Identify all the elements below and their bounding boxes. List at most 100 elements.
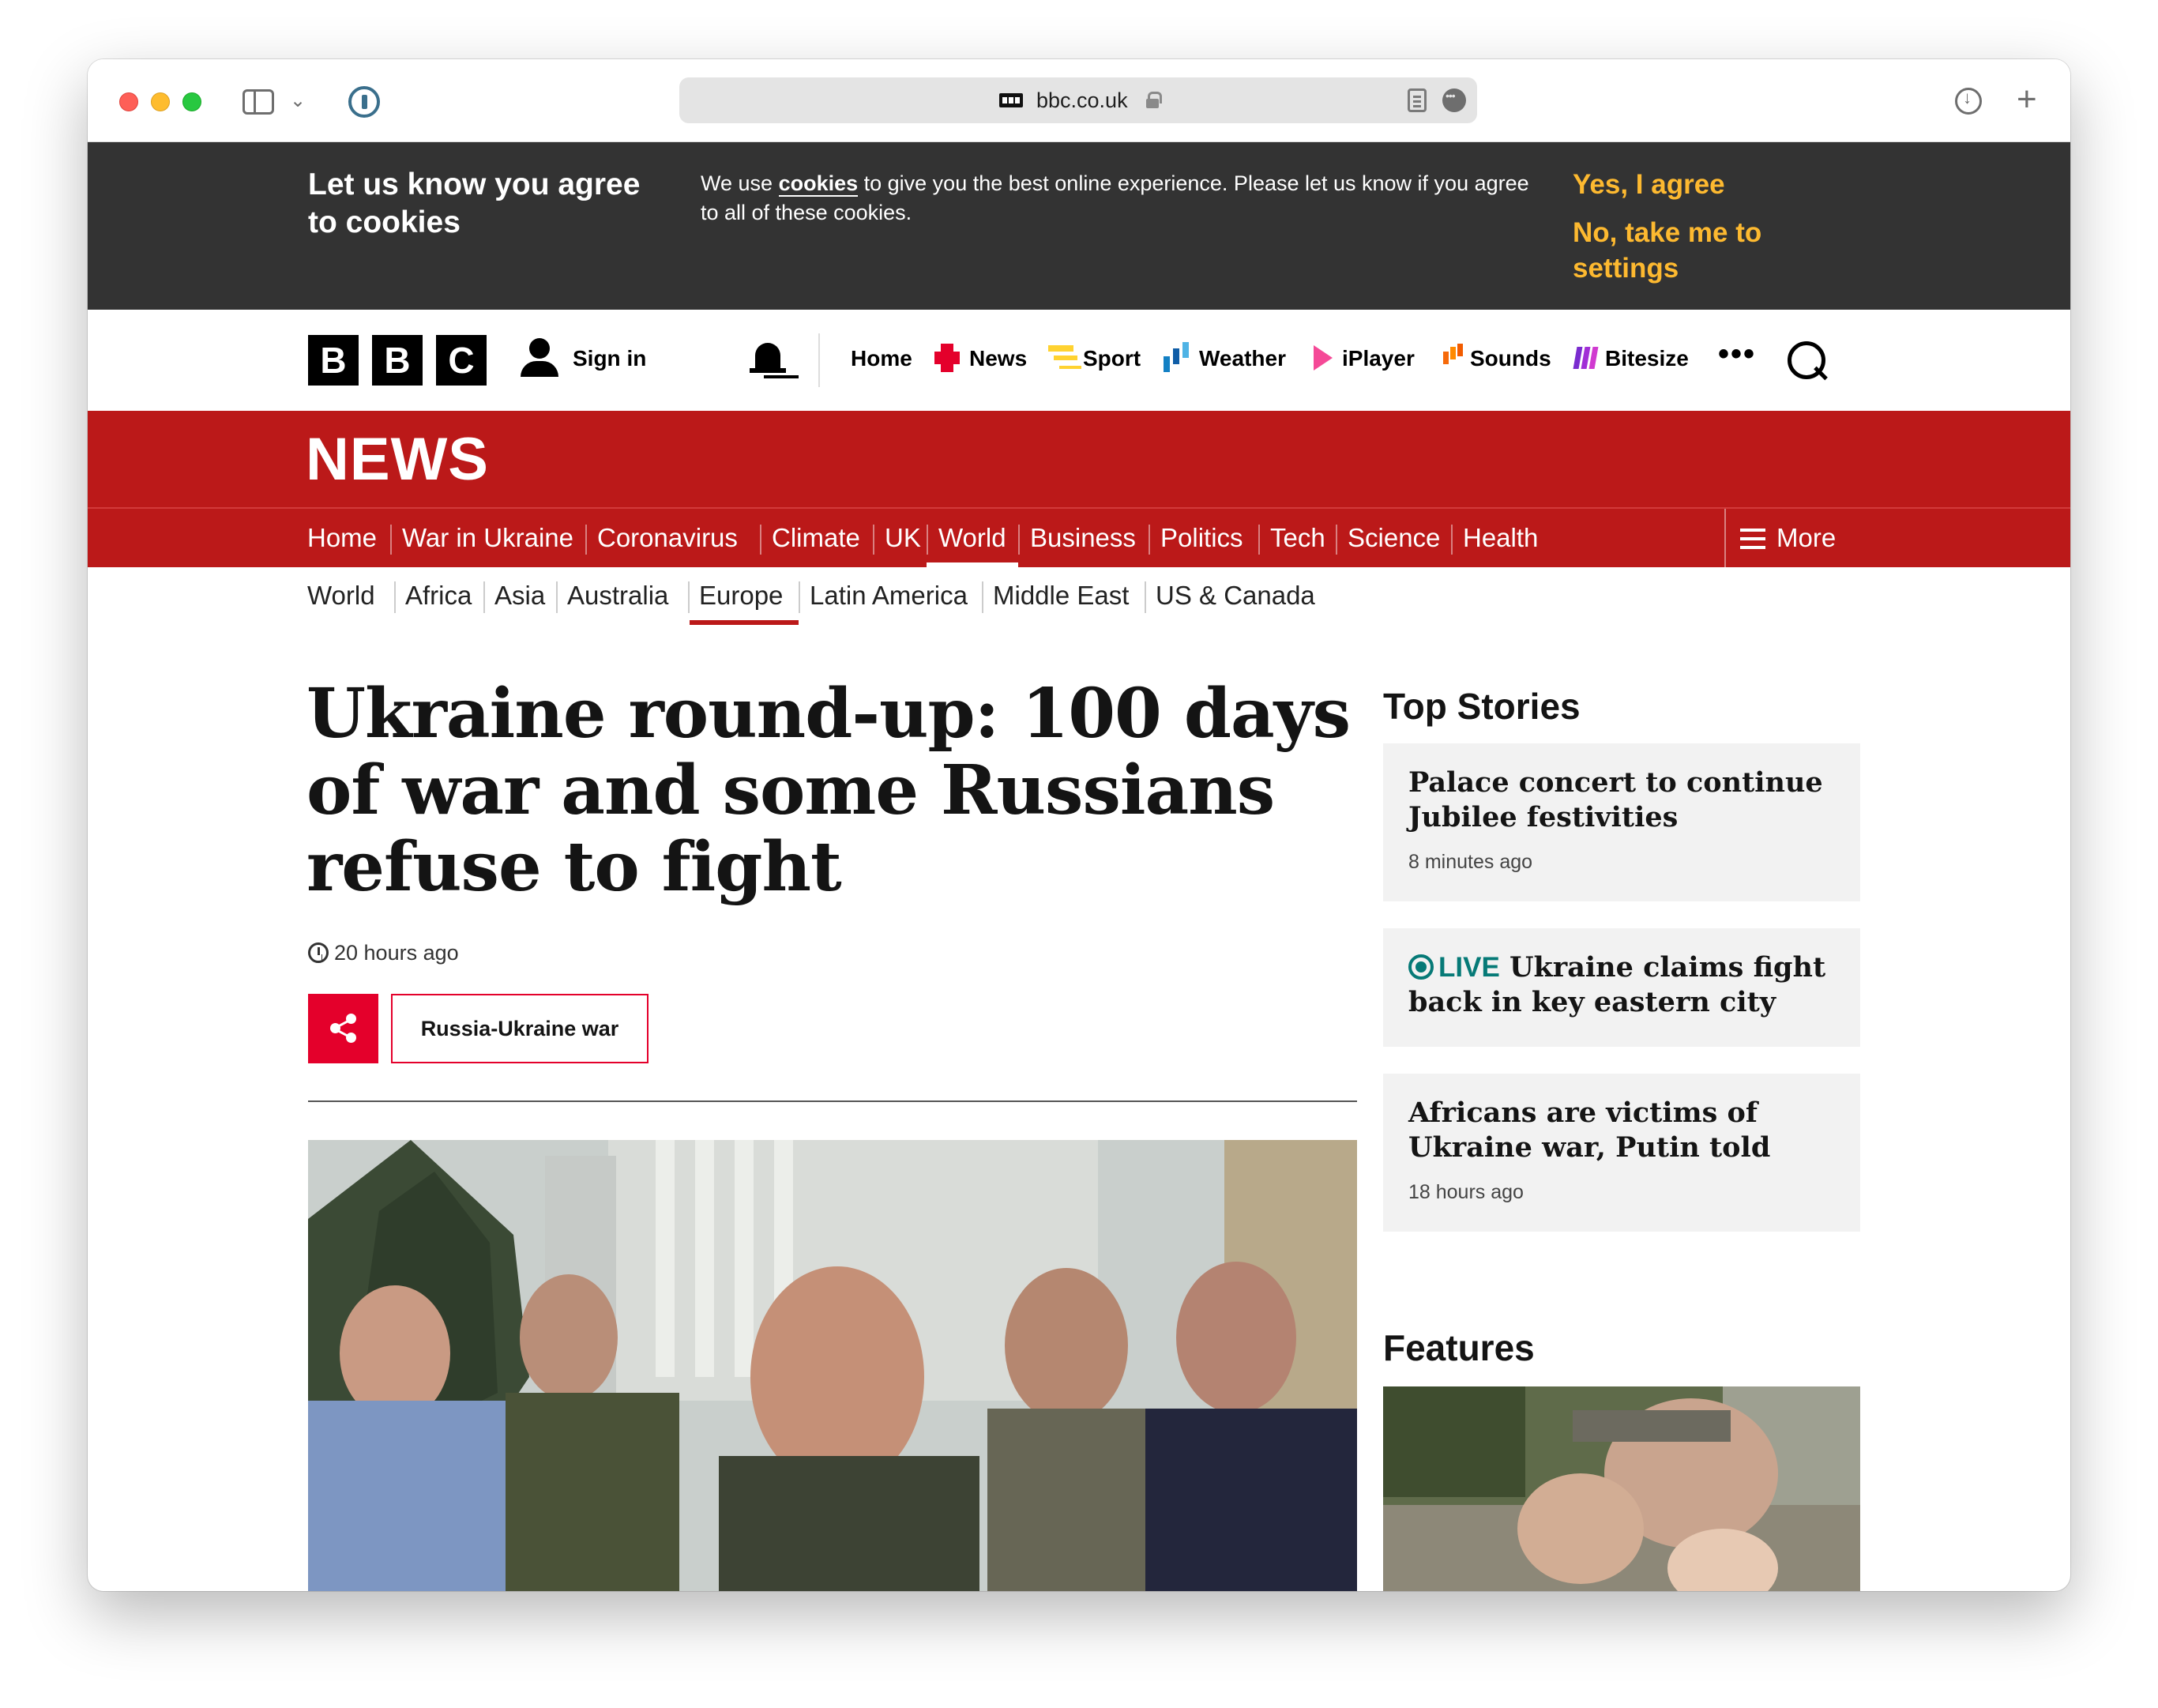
subnav-middle-east[interactable]: Middle East: [993, 581, 1129, 611]
nav-separator: [927, 525, 928, 555]
nav-world[interactable]: World: [938, 509, 1006, 569]
subnav-separator: [982, 581, 983, 613]
masthead-divider: [818, 333, 820, 387]
top-story-card[interactable]: Palace concert to continue Jubilee festi…: [1383, 743, 1860, 901]
iplayer-icon: [1310, 344, 1336, 372]
nav-tech[interactable]: Tech: [1270, 509, 1325, 569]
article-hero-image: [308, 1140, 1357, 1591]
live-icon: [1408, 954, 1434, 980]
zoom-window-button[interactable]: [182, 92, 201, 111]
topic-tag-button[interactable]: Russia-Ukraine war: [391, 994, 649, 1063]
nav-business[interactable]: Business: [1030, 509, 1136, 569]
sidebar-toggle-icon[interactable]: [242, 89, 274, 115]
top-stories-heading: Top Stories: [1383, 686, 1581, 727]
download-icon[interactable]: [1955, 88, 1982, 115]
article-divider: [308, 1100, 1357, 1102]
bbc-logo[interactable]: B: [372, 335, 423, 386]
nav-war-in-ukraine[interactable]: War in Ukraine: [402, 509, 573, 569]
share-button[interactable]: [308, 994, 378, 1063]
hero-photo-illustration: [308, 1140, 1357, 1591]
subnav-latin-america[interactable]: Latin America: [810, 581, 968, 611]
subnav-world[interactable]: World: [307, 581, 375, 611]
bbc-logo[interactable]: C: [436, 335, 487, 386]
story-timestamp: 8 minutes ago: [1408, 851, 1533, 873]
top-story-card[interactable]: LIVE Ukraine claims fight back in key ea…: [1383, 928, 1860, 1047]
new-tab-icon[interactable]: +: [2017, 80, 2037, 119]
nav-separator: [1018, 525, 1020, 555]
nav-more[interactable]: More: [1776, 509, 1836, 569]
lock-icon: [1146, 92, 1162, 108]
story-title[interactable]: Africans are victims of Ukraine war, Put…: [1408, 1096, 1835, 1165]
subnav-separator: [688, 581, 690, 613]
masthead-nav-home[interactable]: Home: [851, 346, 912, 371]
news-header: NEWS: [88, 411, 2070, 507]
article-timestamp: 20 hours ago: [334, 941, 459, 965]
nav-climate[interactable]: Climate: [772, 509, 860, 569]
subnav-asia[interactable]: Asia: [494, 581, 545, 611]
subnav-australia[interactable]: Australia: [567, 581, 668, 611]
subnav-europe[interactable]: Europe: [699, 581, 783, 611]
reader-view-icon[interactable]: [1408, 88, 1427, 112]
live-label: LIVE: [1438, 952, 1500, 983]
sign-in-link[interactable]: Sign in: [573, 346, 646, 371]
nav-home[interactable]: Home: [307, 509, 377, 569]
notifications-bell-icon[interactable]: [750, 341, 786, 381]
browser-window: ⌄ bbc.co.uk + Let us know you agree to c…: [88, 59, 2070, 1591]
top-story-card[interactable]: Africans are victims of Ukraine war, Put…: [1383, 1074, 1860, 1232]
story-timestamp: 18 hours ago: [1408, 1181, 1524, 1203]
news-logo[interactable]: NEWS: [306, 425, 489, 494]
news-nav: Home War in Ukraine Coronavirus Climate …: [88, 507, 2070, 569]
cookies-link[interactable]: cookies: [778, 171, 859, 197]
nav-science[interactable]: Science: [1348, 509, 1440, 569]
nav-active-indicator: [927, 562, 1018, 569]
agree-cookies-button[interactable]: Yes, I agree: [1573, 169, 1725, 201]
masthead-nav-news[interactable]: News: [969, 346, 1027, 371]
nav-separator: [760, 525, 761, 555]
masthead-nav-bitesize[interactable]: Bitesize: [1605, 346, 1689, 371]
weather-icon: [1164, 344, 1189, 372]
masthead-nav-iplayer[interactable]: iPlayer: [1342, 346, 1415, 371]
nav-separator: [1149, 525, 1150, 555]
nav-politics[interactable]: Politics: [1160, 509, 1243, 569]
subnav-us-canada[interactable]: US & Canada: [1156, 581, 1315, 611]
clock-icon: [308, 942, 329, 963]
masthead-nav-sport[interactable]: Sport: [1083, 346, 1141, 371]
nav-separator: [390, 525, 392, 555]
password-manager-icon[interactable]: [348, 86, 380, 118]
masthead-nav-weather[interactable]: Weather: [1199, 346, 1286, 371]
nav-coronavirus[interactable]: Coronavirus: [597, 509, 738, 569]
nav-separator: [585, 525, 587, 555]
subnav-africa[interactable]: Africa: [405, 581, 472, 611]
subnav-active-indicator: [690, 620, 799, 625]
nav-uk[interactable]: UK: [885, 509, 921, 569]
article-headline: Ukraine round-up: 100 days of war and so…: [306, 674, 1351, 907]
nav-separator: [1336, 525, 1337, 555]
address-bar[interactable]: bbc.co.uk: [679, 77, 1477, 123]
sounds-icon: [1443, 344, 1468, 372]
minimize-window-button[interactable]: [151, 92, 170, 111]
nav-separator: [1451, 525, 1453, 555]
cookie-settings-button[interactable]: No, take me to settings: [1573, 215, 1802, 286]
site-favicon-icon: [999, 93, 1023, 107]
bbc-logo[interactable]: B: [308, 335, 359, 386]
hamburger-menu-icon[interactable]: [1740, 529, 1765, 549]
nav-separator: [1724, 509, 1726, 569]
bbc-masthead: B B C Sign in Home News Sport Weather iP…: [88, 310, 2070, 411]
masthead-nav-sounds[interactable]: Sounds: [1470, 346, 1551, 371]
nav-separator: [1258, 525, 1260, 555]
nav-health[interactable]: Health: [1463, 509, 1538, 569]
sport-icon: [1048, 344, 1073, 372]
chevron-down-icon[interactable]: ⌄: [290, 89, 306, 112]
browser-toolbar: ⌄ bbc.co.uk +: [88, 59, 2070, 142]
search-icon[interactable]: [1788, 341, 1830, 384]
user-icon[interactable]: [519, 338, 560, 379]
subnav-separator: [394, 581, 396, 613]
close-window-button[interactable]: [119, 92, 138, 111]
story-title[interactable]: Palace concert to continue Jubilee festi…: [1408, 766, 1835, 835]
feature-image[interactable]: [1383, 1386, 1860, 1591]
page-menu-icon[interactable]: [1442, 88, 1466, 112]
story-title[interactable]: LIVE Ukraine claims fight back in key ea…: [1408, 950, 1835, 1020]
subnav-separator: [556, 581, 558, 613]
more-menu-icon[interactable]: •••: [1718, 337, 1756, 372]
cookie-banner-text: We use cookies to give you the best onli…: [701, 171, 1529, 224]
